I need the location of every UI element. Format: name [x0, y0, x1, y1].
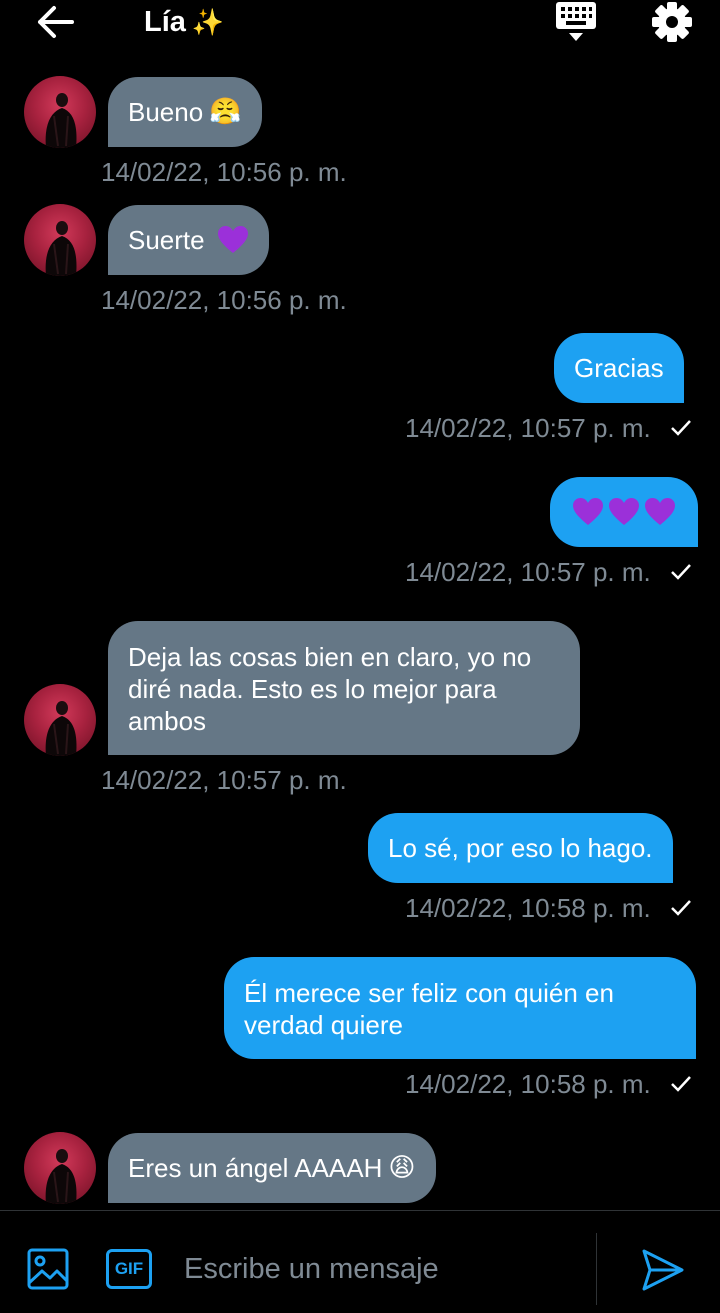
weary-face-emoji: 😩 [388, 1153, 416, 1183]
avatar-photo-icon [45, 221, 77, 276]
checkmark-icon [671, 564, 691, 580]
conversation-title[interactable]: Lía ✨ [144, 3, 224, 42]
gear-icon [652, 2, 692, 42]
message-bubble-incoming[interactable]: Suerte [108, 205, 269, 275]
checkmark-icon [671, 900, 691, 916]
image-icon [27, 1248, 69, 1290]
contact-avatar[interactable] [24, 684, 96, 756]
message-timestamp-row: 14/02/22, 10:58 p. m. [405, 892, 692, 924]
message-timestamp: 14/02/22, 10:56 p. m. [101, 157, 347, 187]
contact-name: Lía [144, 6, 186, 38]
purple-heart-icon [217, 226, 248, 253]
purple-heart-icon [609, 498, 639, 525]
message-timestamp-row: 14/02/22, 10:57 p. m. [405, 556, 692, 588]
avatar-photo-icon [45, 93, 77, 148]
message-bubble-incoming[interactable]: Bueno 😤 [108, 77, 262, 147]
arrow-left-icon [38, 6, 74, 38]
settings-button[interactable] [650, 0, 694, 44]
send-button[interactable] [640, 1247, 686, 1293]
send-icon [642, 1249, 684, 1291]
message-text: Lo sé, por eso lo hago. [388, 833, 653, 863]
message-timestamp: 14/02/22, 10:56 p. m. [101, 285, 347, 315]
add-gif-button[interactable]: GIF [106, 1249, 152, 1289]
contact-avatar[interactable] [24, 1132, 96, 1204]
message-bubble-incoming[interactable]: Deja las cosas bien en claro, yo no diré… [108, 621, 580, 755]
back-button[interactable] [30, 2, 82, 42]
message-bubble-outgoing[interactable] [550, 477, 698, 547]
composer-divider [596, 1233, 597, 1305]
steam-face-emoji: 😤 [209, 97, 242, 127]
message-timestamp: 14/02/22, 10:58 p. m. [405, 893, 651, 923]
message-timestamp: 14/02/22, 10:57 p. m. [101, 765, 347, 795]
message-timestamp: 14/02/22, 10:57 p. m. [405, 413, 651, 443]
message-text: Suerte [128, 225, 205, 255]
message-text: Eres un ángel AAAAH [128, 1153, 383, 1183]
message-text-line: ambos [128, 706, 207, 736]
conversation-header: Lía ✨ [0, 0, 720, 48]
avatar-photo-icon [45, 1149, 77, 1204]
message-bubble-outgoing[interactable]: Lo sé, por eso lo hago. [368, 813, 673, 883]
keyboard-toggle-button[interactable] [554, 0, 598, 44]
checkmark-icon [671, 420, 691, 436]
keyboard-icon [556, 2, 596, 41]
hearts-message [572, 497, 676, 527]
dm-conversation-screen: Lía ✨ Bueno 😤 14/02/22, 10:56 p. m. Suer… [0, 0, 720, 1313]
sparkles-emoji: ✨ [191, 8, 225, 38]
contact-avatar[interactable] [24, 76, 96, 148]
message-timestamp-row: 14/02/22, 10:57 p. m. [405, 412, 692, 444]
message-text-line: verdad quiere [244, 1010, 403, 1040]
gif-label: GIF [114, 1259, 144, 1278]
checkmark-icon [671, 1076, 691, 1092]
message-bubble-incoming[interactable]: Eres un ángel AAAAH 😩 [108, 1133, 436, 1203]
message-text-line: Él merece ser feliz con quién en [244, 978, 614, 1008]
add-image-button[interactable] [26, 1247, 70, 1291]
message-bubble-outgoing[interactable]: Él merece ser feliz con quién en verdad … [224, 957, 696, 1059]
message-timestamp: 14/02/22, 10:57 p. m. [405, 557, 651, 587]
message-composer: GIF [0, 1210, 720, 1313]
message-text-line: Deja las cosas bien en claro, yo no [128, 642, 532, 672]
message-timestamp-row: 14/02/22, 10:58 p. m. [405, 1068, 692, 1100]
avatar-photo-icon [45, 701, 77, 756]
contact-avatar[interactable] [24, 204, 96, 276]
message-bubble-outgoing[interactable]: Gracias [554, 333, 684, 403]
message-input[interactable] [184, 1243, 580, 1295]
message-text-line: diré nada. Esto es lo mejor para [128, 674, 497, 704]
message-timestamp: 14/02/22, 10:58 p. m. [405, 1069, 651, 1099]
purple-heart-icon [645, 498, 675, 525]
message-text: Gracias [574, 353, 664, 383]
purple-heart-icon [573, 498, 603, 525]
message-text: Bueno [128, 97, 204, 127]
